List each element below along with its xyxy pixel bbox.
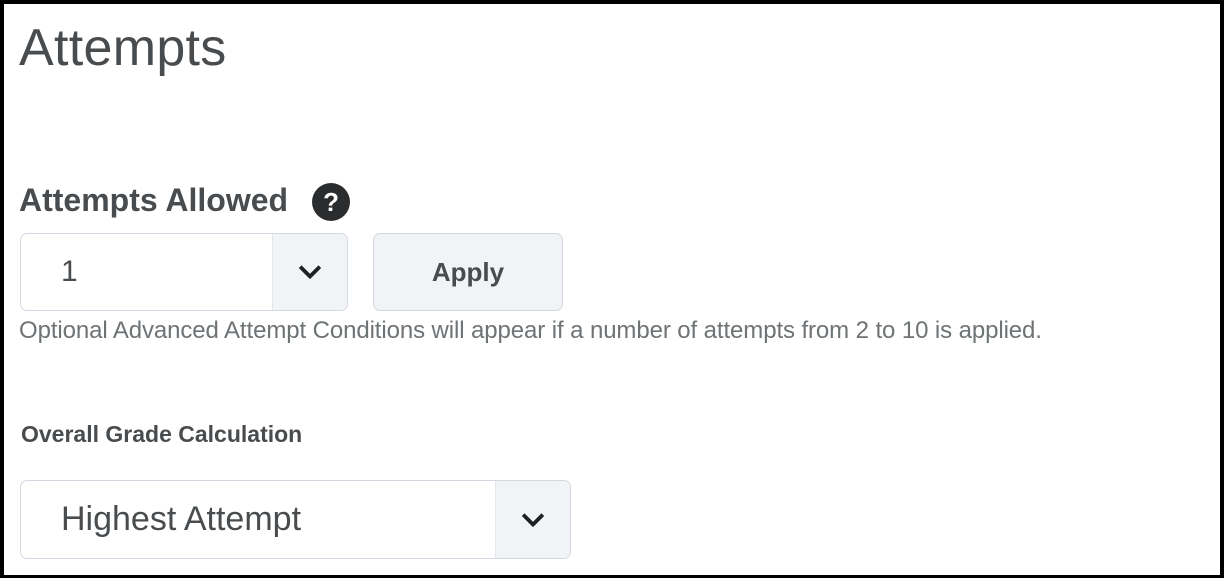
overall-grade-calculation-label: Overall Grade Calculation [21,421,303,447]
attempts-allowed-value: 1 [61,255,78,288]
attempts-allowed-heading: Attempts Allowed ? [19,179,351,221]
attempts-dropdown-toggle[interactable] [272,234,347,310]
attempts-help-text: Optional Advanced Attempt Conditions wil… [19,317,1042,344]
chevron-down-icon [521,504,545,527]
apply-button[interactable]: Apply [373,233,563,311]
grade-dropdown-toggle[interactable] [495,481,570,558]
help-icon[interactable]: ? [312,183,351,221]
overall-grade-calculation-value: Highest Attempt [61,500,302,538]
overall-grade-calculation-select[interactable]: Highest Attempt [20,480,571,559]
attempts-allowed-label: Attempts Allowed [19,181,289,218]
attempts-allowed-select[interactable]: 1 [20,233,348,311]
chevron-down-icon [298,256,322,280]
page-title: Attempts [19,19,227,77]
attempts-panel: Attempts Attempts Allowed ? 1 Apply Opti… [4,4,1220,575]
